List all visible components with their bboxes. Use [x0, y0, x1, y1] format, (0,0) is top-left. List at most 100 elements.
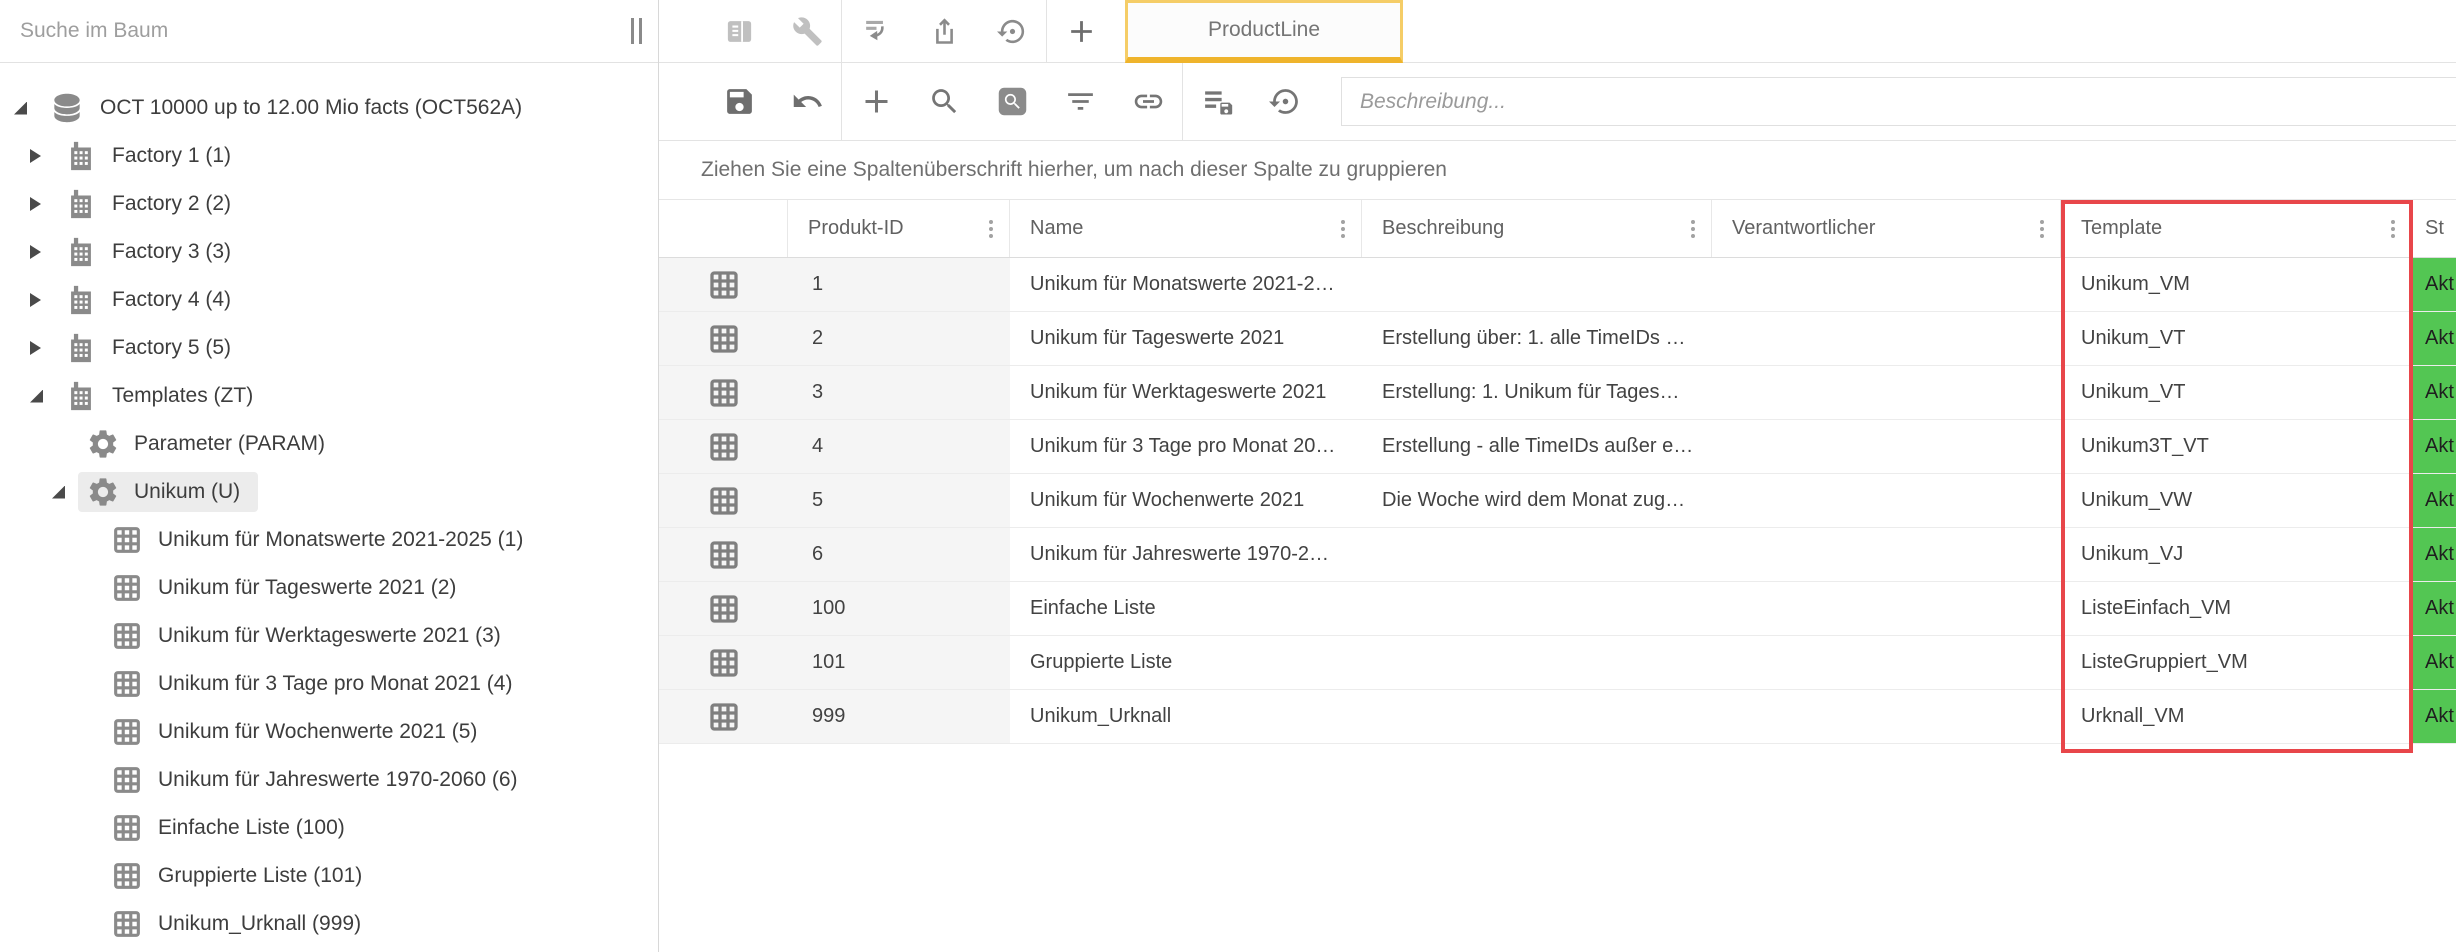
tree-item[interactable]: Einfache Liste (100) [0, 804, 658, 852]
template-cell: Unikum_VT [2061, 366, 2412, 419]
apply-to-list-button[interactable] [842, 0, 910, 62]
splitter-handle-icon[interactable] [625, 14, 648, 48]
column-header-id[interactable]: Produkt-ID [788, 200, 1010, 257]
main-panel: ProductLine [659, 0, 2456, 952]
group-panel[interactable]: Ziehen Sie eine Spaltenüberschrift hierh… [659, 141, 2456, 200]
grid-icon [110, 907, 144, 941]
tree-item[interactable]: OCT 10000 up to 12.00 Mio facts (OCT562A… [0, 84, 658, 132]
expanded-arrow-icon[interactable] [14, 102, 40, 115]
tree-item[interactable]: Unikum für Wochenwerte 2021 (5) [0, 708, 658, 756]
tree-item-label: Factory 5 (5) [112, 336, 231, 360]
filter-button[interactable] [1046, 70, 1114, 134]
grid-icon [110, 523, 144, 557]
tree-item[interactable]: Unikum für Monatswerte 2021-2025 (1) [0, 516, 658, 564]
table-row[interactable]: 1Unikum für Monatswerte 2021-2…Unikum_VM… [659, 258, 2456, 312]
column-header-beschreibung[interactable]: Beschreibung [1362, 200, 1712, 257]
grid-body: 1Unikum für Monatswerte 2021-2…Unikum_VM… [659, 258, 2456, 744]
undo-icon [791, 85, 824, 118]
tree-item[interactable]: Unikum für 3 Tage pro Monat 2021 (4) [0, 660, 658, 708]
collapsed-arrow-icon[interactable] [30, 341, 56, 355]
link-button[interactable] [1114, 70, 1182, 134]
collapsed-arrow-icon[interactable] [30, 149, 56, 163]
factory-icon [64, 379, 98, 413]
table-row[interactable]: 101Gruppierte ListeListeGruppiert_VMAkt [659, 636, 2456, 690]
add-tab-icon [1066, 16, 1097, 47]
tree-item[interactable]: Parameter (PARAM) [0, 420, 658, 468]
column-menu-icon[interactable] [2379, 214, 2403, 244]
restore-tab-button[interactable] [978, 0, 1046, 62]
add-row-icon [860, 85, 893, 118]
status-cell: Akt [2412, 420, 2456, 473]
expanded-arrow-icon[interactable] [52, 486, 78, 499]
tree-item[interactable]: Unikum für Jahreswerte 1970-2060 (6) [0, 756, 658, 804]
table-row[interactable]: 6Unikum für Jahreswerte 1970-2…Unikum_VJ… [659, 528, 2456, 582]
advanced-search-button[interactable] [978, 70, 1046, 134]
name-cell: Unikum_Urknall [1010, 690, 1362, 743]
collapsed-arrow-icon[interactable] [30, 245, 56, 259]
tree-item[interactable]: Unikum für Tageswerte 2021 (2) [0, 564, 658, 612]
add-row-button[interactable] [842, 70, 910, 134]
layout-panel-button[interactable] [705, 0, 773, 62]
grid-icon [110, 667, 144, 701]
column-header-name[interactable]: Name [1010, 200, 1362, 257]
tree-item-label: Unikum für Tageswerte 2021 (2) [158, 576, 456, 600]
column-header-status[interactable]: St [2412, 200, 2456, 257]
tree-search-bar [0, 0, 658, 63]
beschreibung-cell [1362, 582, 1712, 635]
tab-productline[interactable]: ProductLine [1125, 0, 1403, 63]
tree-item[interactable]: Gruppierte Liste (101) [0, 852, 658, 900]
tree-item[interactable]: Factory 1 (1) [0, 132, 658, 180]
column-menu-icon[interactable] [1679, 214, 1703, 244]
settings-wrench-button[interactable] [773, 0, 841, 62]
export-button[interactable] [910, 0, 978, 62]
table-row[interactable]: 999Unikum_UrknallUrknall_VMAkt [659, 690, 2456, 744]
grid-icon [110, 859, 144, 893]
database-icon [48, 89, 86, 127]
column-menu-icon[interactable] [977, 214, 1001, 244]
column-header-template[interactable]: Template [2061, 200, 2412, 257]
column-header-verantwortlicher[interactable]: Verantwortlicher [1712, 200, 2061, 257]
tree-item[interactable]: Factory 5 (5) [0, 324, 658, 372]
expanded-arrow-icon[interactable] [30, 390, 56, 403]
tree: OCT 10000 up to 12.00 Mio facts (OCT562A… [0, 63, 658, 952]
search-button[interactable] [910, 70, 978, 134]
tree-item[interactable]: Unikum_Urknall (999) [0, 900, 658, 948]
tree-item-content: Einfache Liste (100) [102, 808, 363, 848]
factory-icon [64, 235, 98, 269]
add-tab-button[interactable] [1047, 0, 1115, 62]
filter-icon [1064, 85, 1097, 118]
restore-layout-button[interactable] [1251, 70, 1319, 134]
tree-item[interactable]: Factory 4 (4) [0, 276, 658, 324]
description-input[interactable] [1341, 77, 2456, 126]
save-button[interactable] [705, 70, 773, 134]
tree-item[interactable]: Factory 2 (2) [0, 180, 658, 228]
table-row[interactable]: 2Unikum für Tageswerte 2021Erstellung üb… [659, 312, 2456, 366]
tree-item-label: Factory 1 (1) [112, 144, 231, 168]
verantwortlicher-cell [1712, 636, 2061, 689]
collapsed-arrow-icon[interactable] [30, 197, 56, 211]
column-menu-icon[interactable] [1329, 214, 1353, 244]
save-layout-icon [1201, 85, 1234, 118]
column-header-label: Beschreibung [1382, 217, 1504, 240]
collapsed-arrow-icon[interactable] [30, 293, 56, 307]
table-row[interactable]: 3Unikum für Werktageswerte 2021Erstellun… [659, 366, 2456, 420]
verantwortlicher-cell [1712, 528, 2061, 581]
save-layout-button[interactable] [1183, 70, 1251, 134]
tree-item[interactable]: Factory 3 (3) [0, 228, 658, 276]
row-grid-icon [659, 582, 788, 635]
tree-item-label: Factory 4 (4) [112, 288, 231, 312]
column-header-row-icon [659, 200, 788, 257]
column-menu-icon[interactable] [2028, 214, 2052, 244]
status-cell: Akt [2412, 312, 2456, 365]
tree-search-input[interactable] [20, 19, 625, 43]
tree-item[interactable]: Unikum (U) [0, 468, 658, 516]
table-row[interactable]: 5Unikum für Wochenwerte 2021Die Woche wi… [659, 474, 2456, 528]
table-row[interactable]: 4Unikum für 3 Tage pro Monat 20…Erstellu… [659, 420, 2456, 474]
data-grid: Produkt-IDName Beschreibung Verantwortlich… [659, 200, 2456, 952]
tree-item[interactable]: Unikum für Werktageswerte 2021 (3) [0, 612, 658, 660]
tree-item-label: Unikum_Urknall (999) [158, 912, 361, 936]
tree-item[interactable]: Templates (ZT) [0, 372, 658, 420]
grid-header: Produkt-IDName Beschreibung Verantwortlich… [659, 200, 2456, 258]
undo-button[interactable] [773, 70, 841, 134]
table-row[interactable]: 100Einfache ListeListeEinfach_VMAkt [659, 582, 2456, 636]
